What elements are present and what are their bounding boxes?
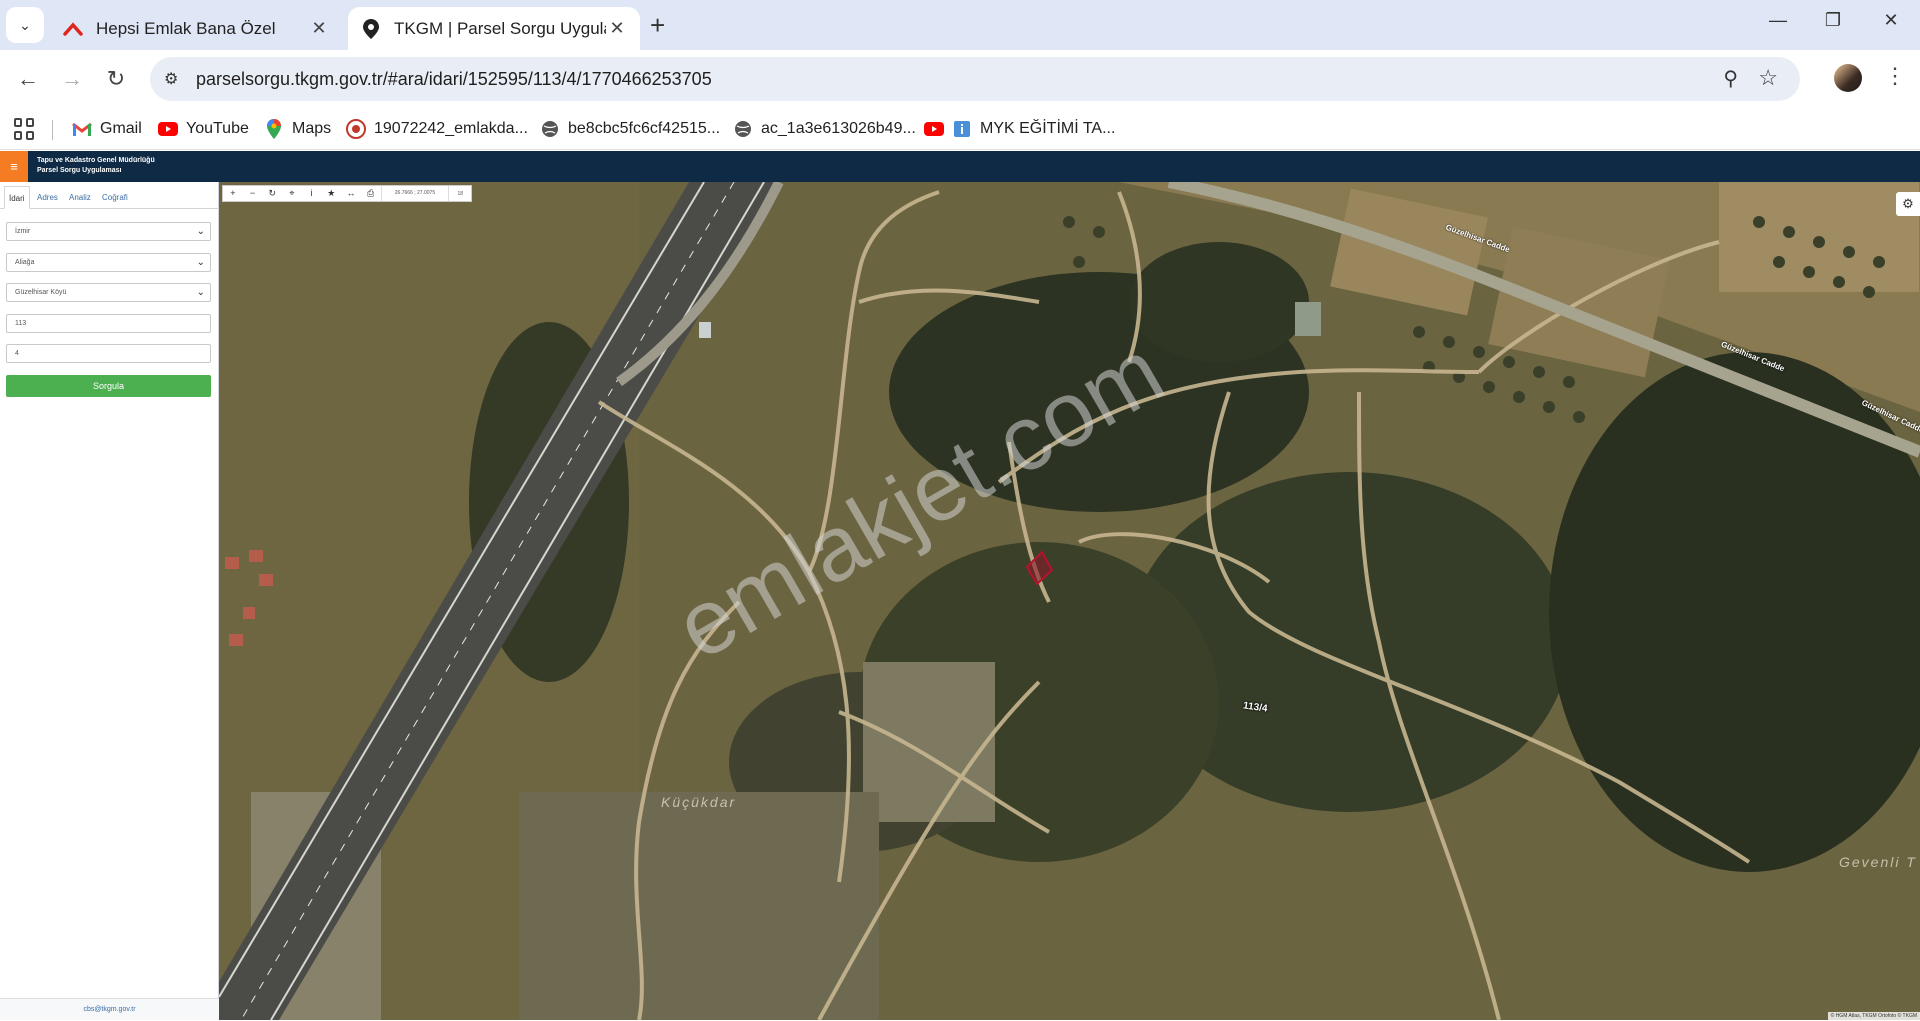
tab-title: Hepsi Emlak Bana Özel	[96, 18, 276, 38]
map-attribution: © HGM Atlas, TKGM Ortofoto © TKGM	[1827, 1012, 1920, 1020]
parcel-value: 4	[15, 350, 19, 357]
restore-icon[interactable]: ❐	[1818, 10, 1848, 31]
block-value: 113	[15, 320, 27, 327]
info-icon[interactable]: i	[302, 186, 322, 201]
star-icon[interactable]: ★	[321, 186, 341, 201]
window-close-icon[interactable]: ✕	[1876, 10, 1906, 31]
locate-icon[interactable]: ⌖	[282, 186, 302, 201]
browser-tab-bar: ⌄ Hepsi Emlak Bana Özel ✕ TKGM | Parsel …	[0, 0, 1920, 50]
new-tab-button[interactable]: +	[650, 12, 665, 38]
chevron-down-icon: ⌄	[196, 257, 205, 268]
zoom-level: 18	[457, 190, 463, 197]
youtube-icon	[158, 119, 178, 139]
bookmarks-bar: Gmail YouTube Maps 19072242_emlakda... b…	[0, 108, 1920, 150]
back-arrow-icon[interactable]: ←	[12, 63, 44, 95]
tab-idari[interactable]: İdari	[4, 186, 30, 209]
zoom-out-icon[interactable]: −	[243, 186, 263, 201]
query-button[interactable]: Sorgula	[6, 375, 211, 397]
bookmark-myk[interactable]: MYK EĞİTİMİ TA...	[924, 116, 1115, 142]
zoom-in-icon[interactable]: +	[223, 186, 243, 201]
tab-analiz[interactable]: Analiz	[65, 186, 95, 209]
bookmark-label: 19072242_emlakda...	[374, 120, 528, 137]
tab-tkgm[interactable]: TKGM | Parsel Sorgu Uygulaması ✕	[348, 7, 640, 50]
seal-icon	[346, 119, 366, 139]
forward-arrow-icon[interactable]: →	[56, 63, 88, 95]
neighborhood-value: Güzelhisar Köyü	[15, 289, 67, 296]
org-name-line1: Tapu ve Kadastro Genel Müdürlüğü	[37, 157, 155, 164]
url-text[interactable]: parselsorgu.tkgm.gov.tr/#ara/idari/15259…	[196, 69, 712, 90]
place-label-kucukdar: Küçükdar	[661, 794, 737, 810]
chevron-down-icon: ⌄	[196, 287, 205, 298]
site-info-icon[interactable]: ⚙	[164, 69, 186, 89]
chevron-down-icon: ⌄	[196, 226, 205, 237]
province-value: İzmir	[15, 228, 31, 235]
hamburger-menu-icon[interactable]: ≡	[0, 151, 28, 182]
reload-icon[interactable]: ↻	[100, 63, 132, 95]
neighborhood-select[interactable]: Güzelhisar Köyü ⌄	[6, 283, 211, 302]
tab-hepsi-emlak[interactable]: Hepsi Emlak Bana Özel ✕	[50, 7, 342, 50]
district-value: Aliağa	[15, 259, 35, 266]
close-icon[interactable]: ✕	[308, 18, 330, 39]
hepsiemlak-icon	[62, 18, 84, 40]
district-select[interactable]: Aliağa ⌄	[6, 253, 211, 272]
address-bar[interactable]: ⚙ parselsorgu.tkgm.gov.tr/#ara/idari/152…	[150, 57, 1800, 101]
refresh-icon[interactable]: ↻	[262, 186, 282, 201]
map-toolbar: + − ↻ ⌖ i ★ ↔ ⎙ 26.7666 ; 27.0075 18	[222, 185, 472, 202]
profile-avatar[interactable]	[1834, 64, 1862, 92]
satellite-imagery	[219, 182, 1920, 1020]
bookmark-be8cbc[interactable]: be8cbc5fc6cf42515...	[540, 116, 720, 142]
globe-icon	[540, 119, 560, 139]
query-sidebar: İdari Adres Analiz Coğrafi İzmir ⌄ Aliağ…	[0, 182, 219, 1020]
print-icon[interactable]: ⎙	[361, 186, 381, 201]
close-icon[interactable]: ✕	[606, 18, 628, 39]
bookmark-separator	[52, 120, 53, 140]
org-name: Tapu ve Kadastro Genel Müdürlüğü Parsel …	[37, 156, 155, 176]
tab-cografi[interactable]: Coğrafi	[98, 186, 132, 209]
bookmark-label: be8cbc5fc6cf42515...	[568, 120, 721, 137]
sidebar-tabs: İdari Adres Analiz Coğrafi	[0, 182, 219, 209]
location-pin-icon	[360, 18, 382, 40]
tab-search-button[interactable]: ⌄	[6, 7, 44, 43]
tab-title: TKGM | Parsel Sorgu Uygulaması	[394, 18, 606, 38]
apps-grid-icon[interactable]	[14, 118, 36, 140]
bookmark-emlakda[interactable]: 19072242_emlakda...	[346, 116, 528, 142]
globe-icon	[733, 119, 753, 139]
bookmark-gmail[interactable]: Gmail	[72, 116, 142, 142]
bookmark-maps[interactable]: Maps	[264, 116, 331, 142]
province-select[interactable]: İzmir ⌄	[6, 222, 211, 241]
bookmark-label: ac_1a3e613026b49...	[761, 120, 916, 137]
info-icon	[952, 119, 972, 139]
bookmark-ac1a3e[interactable]: ac_1a3e613026b49...	[733, 116, 916, 142]
parcel-input[interactable]: 4	[6, 344, 211, 363]
maps-icon	[264, 119, 284, 139]
zoom-icon[interactable]: ⚲	[1723, 66, 1738, 91]
bookmark-star-icon[interactable]: ☆	[1758, 65, 1778, 91]
gmail-icon	[72, 119, 92, 139]
youtube-icon	[924, 119, 944, 139]
coordinate-readout: 26.7666 ; 27.0075	[380, 186, 450, 201]
app-header: ≡ Tapu ve Kadastro Genel Müdürlüğü Parse…	[0, 151, 1920, 182]
place-label-gevenli: Gevenli T	[1839, 854, 1917, 870]
bookmark-label: YouTube	[186, 120, 249, 137]
measure-icon[interactable]: ↔	[341, 186, 361, 201]
bookmark-label: Maps	[292, 120, 332, 137]
org-name-line2: Parsel Sorgu Uygulaması	[37, 167, 122, 174]
bookmark-youtube[interactable]: YouTube	[158, 116, 249, 142]
browser-toolbar: ← → ↻ ⚙ parselsorgu.tkgm.gov.tr/#ara/ida…	[0, 50, 1920, 108]
block-input[interactable]: 113	[6, 314, 211, 333]
bookmark-label: Gmail	[100, 120, 142, 137]
footer-email-link[interactable]: cbs@tkgm.gov.tr	[0, 998, 219, 1020]
more-menu-icon[interactable]: ⋮	[1884, 63, 1906, 89]
minimize-icon[interactable]: —	[1763, 10, 1793, 31]
bookmark-label: MYK EĞİTİMİ TA...	[980, 120, 1116, 137]
tab-adres[interactable]: Adres	[33, 186, 62, 209]
map-view[interactable]: + − ↻ ⌖ i ★ ↔ ⎙ 26.7666 ; 27.0075 18 ⚙ K…	[219, 182, 1920, 1020]
settings-gear-icon[interactable]: ⚙	[1896, 192, 1920, 216]
